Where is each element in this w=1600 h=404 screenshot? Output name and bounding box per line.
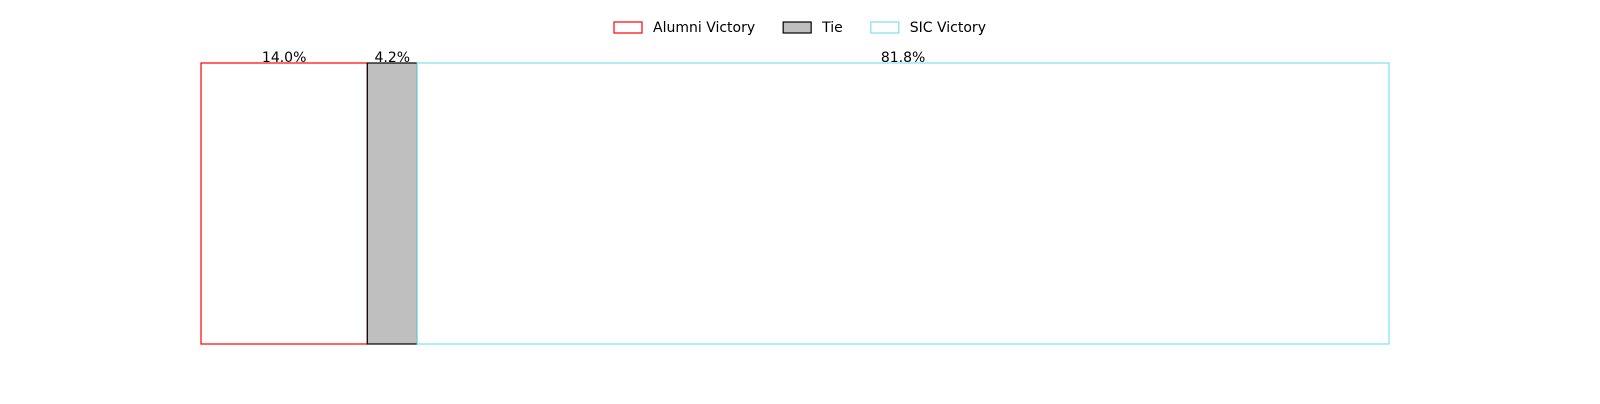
chart-container: Alumni Victory Tie SIC Victory 14.0% 4.2% 81… [0, 0, 1600, 400]
legend-swatch-alumni-victory [613, 21, 643, 34]
legend-swatch-sic-victory [870, 21, 900, 34]
bar-tie [366, 62, 418, 345]
bar-group [200, 62, 1390, 345]
legend-label-alumni-victory: Alumni Victory [653, 20, 755, 36]
legend: Alumni Victory Tie SIC Victory [613, 20, 986, 36]
legend-label-sic-victory: SIC Victory [910, 20, 986, 36]
legend-swatch-tie [782, 21, 812, 34]
data-label-tie: 4.2% [374, 50, 410, 66]
legend-label-tie: Tie [821, 20, 843, 36]
data-label-sic-victory: 81.8% [881, 50, 925, 66]
bar-sic-victory [416, 62, 1390, 345]
stacked-bar-chart: Alumni Victory Tie SIC Victory 14.0% 4.2% 81… [200, 20, 1390, 345]
data-label-alumni-victory: 14.0% [262, 50, 306, 66]
bar-alumni-victory [200, 62, 368, 345]
